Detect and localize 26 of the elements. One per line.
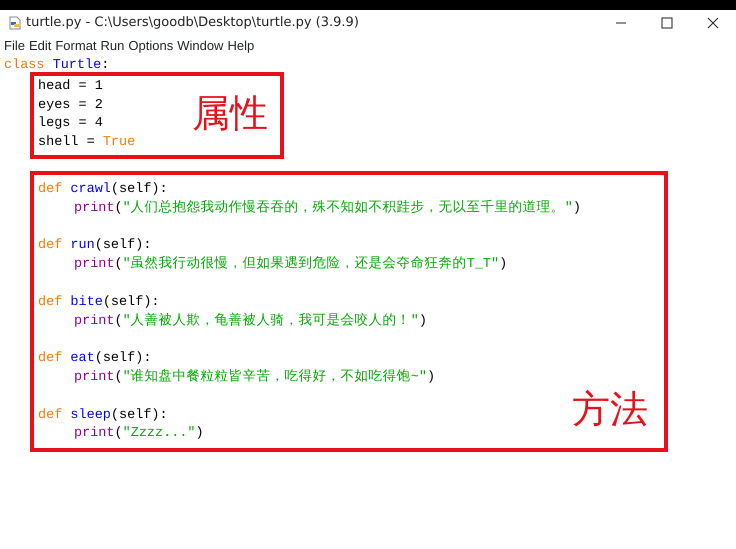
menu-item[interactable]: Format (55, 36, 97, 56)
menu-item[interactable]: Options (128, 36, 174, 56)
code-line: print("谁知盘中餐粒粒皆辛苦，吃得好，不如吃得饱~") (74, 368, 436, 387)
annotation-label: 属性 (192, 94, 268, 132)
menu-item[interactable]: File (4, 36, 25, 56)
code-line: def eat(self): (38, 350, 152, 368)
menu-item[interactable]: Help (227, 36, 254, 56)
code-line: def crawl(self): (38, 180, 168, 199)
menu-item[interactable]: Edit (28, 36, 52, 56)
python-file-icon (8, 16, 22, 30)
code-line: head = 1 (38, 78, 103, 96)
code-line: print("人们总抱怨我动作慢吞吞的，殊不知如不积跬步，无以至千里的道理。") (74, 200, 581, 218)
code-line: def run(self): (38, 237, 152, 256)
menu-item[interactable]: Run (100, 36, 124, 56)
window-title: turtle.py - C:\Users\goodb\Desktop\turtle.py (3.9.9) (26, 14, 359, 32)
code-line: print("Zzzz...") (74, 425, 204, 444)
code-line: shell = True (38, 134, 136, 152)
code-line: print("人善被人欺，龟善被人骑，我可是会咬人的！") (74, 312, 427, 331)
code-line: def sleep(self): (38, 406, 168, 425)
menu-item[interactable]: Window (177, 36, 224, 56)
code-line: def bite(self): (38, 294, 160, 312)
annotation-label: 方法 (572, 390, 648, 428)
code-line: class Turtle: (4, 57, 110, 75)
code-line: eyes = 2 (38, 96, 103, 115)
code-line: legs = 4 (38, 115, 103, 134)
code-line: print("虽然我行动很慢，但如果遇到危险，还是会夺命狂奔的T_T") (74, 256, 508, 274)
